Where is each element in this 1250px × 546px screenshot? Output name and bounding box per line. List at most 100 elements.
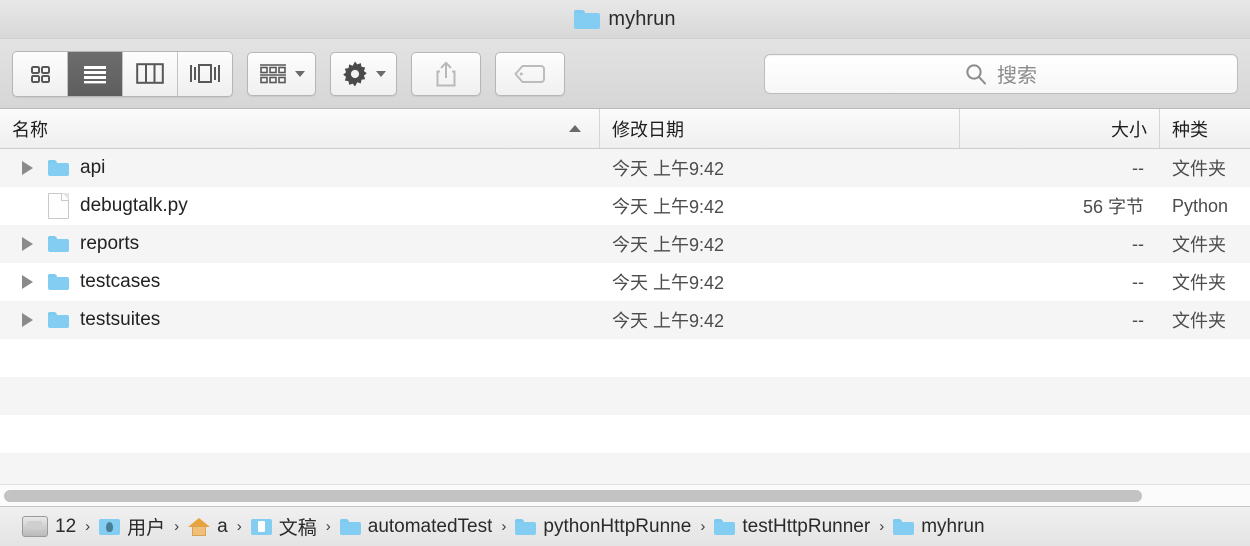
breadcrumb-label: automatedTest: [367, 515, 493, 537]
tag-button[interactable]: [495, 51, 565, 96]
cell-name: testsuites: [0, 309, 600, 331]
arrange-button[interactable]: [247, 51, 316, 96]
folder-icon: [47, 312, 69, 328]
icon-view-button[interactable]: [13, 51, 68, 96]
cell-name: api: [0, 157, 600, 179]
column-view-button[interactable]: [123, 51, 178, 96]
breadcrumb-item[interactable]: a: [188, 516, 228, 538]
search-icon: [966, 63, 986, 84]
disclosure-triangle[interactable]: [14, 313, 40, 327]
window-title: myhrun: [608, 7, 676, 30]
breadcrumb-item[interactable]: automatedTest: [339, 515, 493, 538]
cell-size: --: [1132, 157, 1144, 178]
path-separator: ›: [501, 518, 507, 535]
scrollbar-thumb[interactable]: [4, 489, 1142, 502]
disclosure-triangle[interactable]: [14, 275, 40, 289]
cell-size: 56 字节: [1082, 197, 1144, 217]
folder-icon: [574, 9, 601, 29]
cell-size: --: [1132, 309, 1144, 330]
table-row[interactable]: api 今天 上午9:42 -- 文件夹: [0, 149, 1250, 187]
finder-window: myhrun 搜索 名称 修改日期 大小 种类 api 今天 上午9:42 --…: [0, 0, 1250, 546]
breadcrumb-item[interactable]: 12: [22, 516, 76, 538]
search-field[interactable]: 搜索: [764, 53, 1238, 94]
path-separator: ›: [174, 518, 180, 535]
breadcrumb-item[interactable]: myhrun: [893, 515, 985, 538]
disclosure-triangle[interactable]: [14, 161, 40, 175]
cell-size: --: [1132, 233, 1144, 254]
cell-date-modified: 今天 上午9:42: [612, 197, 725, 217]
horizontal-scrollbar[interactable]: [0, 484, 1250, 506]
share-button[interactable]: [411, 51, 481, 96]
path-separator: ›: [325, 518, 331, 535]
column-header-kind[interactable]: 种类: [1160, 109, 1250, 148]
disk-icon: [22, 516, 48, 537]
title-bar: myhrun: [0, 0, 1250, 39]
column-header-date-label: 修改日期: [612, 119, 684, 140]
folder-icon: [47, 160, 69, 176]
table-row[interactable]: testsuites 今天 上午9:42 -- 文件夹: [0, 301, 1250, 339]
columns-icon: [136, 63, 164, 84]
breadcrumb-item[interactable]: pythonHttpRunner: [515, 516, 691, 538]
path-separator: ›: [85, 518, 91, 535]
folder-icon: [47, 236, 69, 252]
empty-row: [0, 339, 1250, 377]
list-view-button[interactable]: [68, 51, 123, 96]
column-header-name[interactable]: 名称: [0, 109, 600, 148]
home-icon: [188, 517, 211, 536]
cell-size: --: [1132, 271, 1144, 292]
cell-date-modified: 今天 上午9:42: [612, 235, 725, 255]
path-bar: 12 › 用户 › a › 文稿 › automatedTest › pythonHttpRunne…: [0, 506, 1250, 546]
breadcrumb-item[interactable]: 文稿: [250, 513, 317, 540]
disclosure-triangle[interactable]: [14, 237, 40, 251]
column-header-size-label: 大小: [1111, 119, 1147, 140]
cell-name: reports: [0, 233, 600, 255]
cell-name: debugtalk.py: [0, 193, 600, 219]
path-separator: ›: [700, 518, 706, 535]
empty-row: [0, 453, 1250, 484]
column-header-row: 名称 修改日期 大小 种类: [0, 109, 1250, 149]
coverflow-view-button[interactable]: [178, 51, 232, 96]
breadcrumb-label: 文稿: [278, 518, 317, 539]
breadcrumb-label: myhrun: [921, 515, 985, 537]
cell-kind: 文件夹: [1172, 273, 1226, 293]
path-separator: ›: [236, 518, 242, 535]
chevron-down-icon: [376, 70, 386, 77]
empty-row: [0, 415, 1250, 453]
empty-row: [0, 377, 1250, 415]
cell-date-modified: 今天 上午9:42: [612, 159, 725, 179]
table-row[interactable]: reports 今天 上午9:42 -- 文件夹: [0, 225, 1250, 263]
column-header-name-label: 名称: [12, 119, 48, 140]
breadcrumb-label: a: [217, 515, 228, 537]
file-name: testcases: [80, 271, 161, 292]
breadcrumb-label: pythonHttpRunner: [543, 515, 692, 537]
action-button[interactable]: [330, 51, 397, 96]
column-header-size[interactable]: 大小: [960, 109, 1160, 148]
file-name: testsuites: [80, 309, 161, 330]
table-row[interactable]: debugtalk.py 今天 上午9:42 56 字节 Python: [0, 187, 1250, 225]
documents-folder-icon: [250, 518, 272, 535]
file-name: api: [80, 157, 106, 178]
coverflow-icon: [190, 64, 220, 83]
breadcrumb-item[interactable]: testHttpRunner: [714, 516, 870, 538]
grid-icon: [31, 65, 50, 83]
arrange-icon: [260, 63, 286, 83]
folder-icon: [893, 518, 915, 535]
column-header-date[interactable]: 修改日期: [600, 109, 960, 148]
users-folder-icon: [99, 518, 121, 535]
file-name: debugtalk.py: [80, 195, 188, 216]
cell-date-modified: 今天 上午9:42: [612, 273, 725, 293]
cell-name: testcases: [0, 271, 600, 293]
folder-icon: [339, 518, 361, 535]
file-list: api 今天 上午9:42 -- 文件夹 debugtalk.py 今天 上午9:42 56…: [0, 149, 1250, 484]
cell-kind: Python: [1172, 195, 1229, 216]
folder-icon: [515, 518, 537, 535]
folder-icon: [714, 518, 736, 535]
chevron-down-icon: [295, 70, 305, 77]
column-header-kind-label: 种类: [1172, 119, 1208, 140]
cell-kind: 文件夹: [1172, 235, 1226, 255]
search-placeholder: 搜索: [997, 65, 1037, 87]
cell-kind: 文件夹: [1172, 159, 1226, 179]
breadcrumb-item[interactable]: 用户: [99, 513, 165, 540]
table-row[interactable]: testcases 今天 上午9:42 -- 文件夹: [0, 263, 1250, 301]
document-icon: [47, 193, 69, 219]
